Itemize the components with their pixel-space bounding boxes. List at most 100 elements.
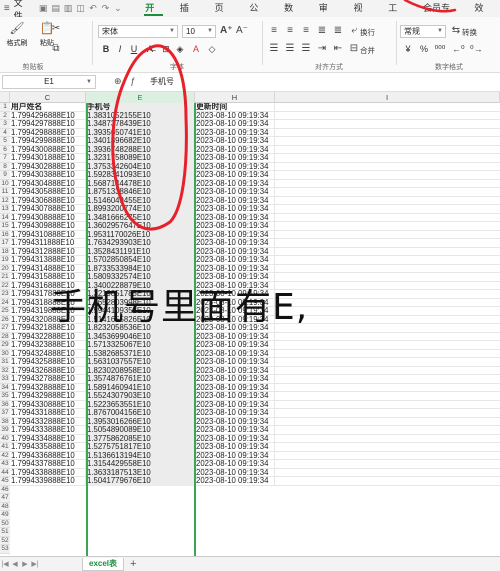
folder-icon[interactable]: ▤ — [49, 3, 61, 14]
name-cell[interactable]: 1.7994297888E10 — [10, 120, 86, 129]
empty-cell[interactable] — [275, 452, 500, 461]
merge-button[interactable]: 合并 — [360, 45, 375, 56]
name-cell[interactable]: 1.7994311888E10 — [10, 239, 86, 248]
phone-cell[interactable]: 1.5146049455E10 — [86, 196, 195, 205]
row-number[interactable]: 28 — [0, 332, 10, 341]
phone-cell[interactable]: 1.5928341093E10 — [86, 171, 195, 180]
sheet-tab-excel[interactable]: excel表 — [82, 557, 125, 571]
phone-cell[interactable]: 1.5631037557E10 — [86, 358, 195, 367]
phone-cell[interactable]: 1.5041779676E10 — [86, 477, 195, 486]
empty-cell[interactable] — [275, 333, 500, 342]
phone-cell[interactable]: 1.3487378439E10 — [86, 120, 195, 129]
updated-cell[interactable]: 2023-08-10 09:19:34 — [195, 213, 275, 222]
updated-cell[interactable]: 2023-08-10 09:19:34 — [195, 341, 275, 350]
phone-cell[interactable]: 1.9531170026E10 — [86, 230, 195, 239]
updated-cell[interactable]: 2023-08-10 09:19:34 — [195, 426, 275, 435]
font-color-button[interactable]: A — [190, 43, 202, 55]
tab-4[interactable]: 数据 — [275, 0, 310, 30]
name-cell[interactable]: 1.7994300888E10 — [10, 145, 86, 154]
row-number[interactable]: 7 — [0, 154, 10, 163]
updated-cell[interactable]: 2023-08-10 09:19:34 — [195, 111, 275, 120]
updated-cell[interactable]: 2023-08-10 09:19:34 — [195, 230, 275, 239]
row-number[interactable]: 30 — [0, 349, 10, 358]
row-number[interactable]: 31 — [0, 358, 10, 367]
add-sheet-icon[interactable]: + — [130, 558, 136, 570]
row-number[interactable]: 32 — [0, 366, 10, 375]
tab-7[interactable]: 工具 — [379, 0, 414, 30]
chevron-down-icon[interactable]: ⌄ — [112, 3, 124, 14]
name-cell[interactable]: 1.7994309888E10 — [10, 222, 86, 231]
updated-cell[interactable]: 2023-08-10 09:19:34 — [195, 375, 275, 384]
name-cell[interactable]: 1.7994296888E10 — [10, 111, 86, 120]
phone-cell[interactable]: 1.5054890089E10 — [86, 426, 195, 435]
name-cell[interactable]: 1.7994327888E10 — [10, 375, 86, 384]
merge-icon[interactable]: ⊟ — [348, 43, 360, 55]
tab-2[interactable]: 页面 — [206, 0, 241, 30]
tab-1[interactable]: 插入 — [171, 0, 206, 30]
increase-decimal-icon[interactable]: ←⁰ — [452, 43, 465, 55]
phone-cell[interactable]: 1.8230208958E10 — [86, 366, 195, 375]
empty-cell[interactable] — [275, 222, 500, 231]
name-cell[interactable]: 1.7994339888E10 — [10, 477, 86, 486]
decrease-font-icon[interactable]: A⁻ — [236, 25, 248, 37]
name-cell[interactable]: 1.7994310888E10 — [10, 230, 86, 239]
empty-cell[interactable] — [275, 418, 500, 427]
align-left-icon[interactable]: ☰ — [268, 43, 280, 55]
phone-cell[interactable]: 1.3935650741E10 — [86, 128, 195, 137]
eraser-icon[interactable]: ◇ — [206, 43, 218, 55]
row-number[interactable]: 19 — [0, 256, 10, 265]
empty-cell[interactable] — [275, 239, 500, 248]
tab-3[interactable]: 公式 — [240, 0, 275, 30]
row-number[interactable]: 12 — [0, 196, 10, 205]
phone-cell[interactable]: 1.5136613194E10 — [86, 451, 195, 460]
row-number[interactable]: 22 — [0, 281, 10, 290]
empty-cell[interactable] — [275, 477, 500, 486]
empty-cell[interactable] — [275, 265, 500, 274]
updated-cell[interactable]: 2023-08-10 09:19:34 — [195, 247, 275, 256]
fill-color-icon[interactable]: ◈ — [174, 43, 186, 55]
header-cell-name[interactable]: 用户姓名 — [10, 103, 86, 112]
last-sheet-icon[interactable]: ▶| — [30, 560, 40, 568]
header-cell-updated[interactable]: 更新时间 — [195, 103, 275, 112]
column-header-e[interactable]: E — [86, 92, 195, 103]
tab-8[interactable]: 会员专享 — [414, 0, 465, 30]
row-number[interactable]: 27 — [0, 324, 10, 333]
row-number[interactable]: 2 — [0, 111, 10, 120]
updated-cell[interactable]: 2023-08-10 09:19:34 — [195, 409, 275, 418]
updated-cell[interactable]: 2023-08-10 09:19:34 — [195, 451, 275, 460]
select-all-corner[interactable] — [0, 92, 10, 103]
row-number[interactable]: 16 — [0, 230, 10, 239]
tab-6[interactable]: 视图 — [345, 0, 380, 30]
phone-cell[interactable]: 1.5524307903E10 — [86, 392, 195, 401]
updated-cell[interactable]: 2023-08-10 09:19:34 — [195, 366, 275, 375]
phone-cell[interactable]: 1.5275751817E10 — [86, 443, 195, 452]
empty-cell[interactable] — [275, 103, 500, 112]
zoom-icon[interactable]: ⊕ — [114, 76, 122, 87]
name-cell[interactable]: 1.7994338888E10 — [10, 468, 86, 477]
phone-cell[interactable]: 1.3602957647E10 — [86, 222, 195, 231]
row-number[interactable]: 52 — [0, 536, 10, 545]
empty-cell[interactable] — [275, 248, 500, 257]
empty-cell[interactable] — [275, 299, 500, 308]
updated-cell[interactable]: 2023-08-10 09:19:34 — [195, 358, 275, 367]
empty-cell[interactable] — [275, 273, 500, 282]
name-cell[interactable]: 1.7994325888E10 — [10, 358, 86, 367]
row-number[interactable]: 3 — [0, 120, 10, 129]
phone-cell[interactable]: 1.5891460941E10 — [86, 383, 195, 392]
name-cell[interactable]: 1.7994331888E10 — [10, 409, 86, 418]
name-cell[interactable]: 1.7994305888E10 — [10, 188, 86, 197]
updated-cell[interactable]: 2023-08-10 09:19:34 — [195, 468, 275, 477]
font-size-select[interactable]: 10 ▼ — [182, 25, 216, 38]
row-number[interactable]: 1 — [0, 103, 10, 112]
row-number[interactable]: 36 — [0, 400, 10, 409]
row-number[interactable]: 44 — [0, 468, 10, 477]
row-number[interactable]: 43 — [0, 460, 10, 469]
empty-cell[interactable] — [275, 214, 500, 223]
phone-cell[interactable]: 1.3574876761E10 — [86, 375, 195, 384]
align-center-icon[interactable]: ☰ — [284, 43, 296, 55]
empty-cell[interactable] — [275, 231, 500, 240]
updated-cell[interactable]: 2023-08-10 09:19:34 — [195, 239, 275, 248]
row-number[interactable]: 37 — [0, 409, 10, 418]
row-number[interactable]: 20 — [0, 264, 10, 273]
name-cell[interactable]: 1.7994337888E10 — [10, 460, 86, 469]
